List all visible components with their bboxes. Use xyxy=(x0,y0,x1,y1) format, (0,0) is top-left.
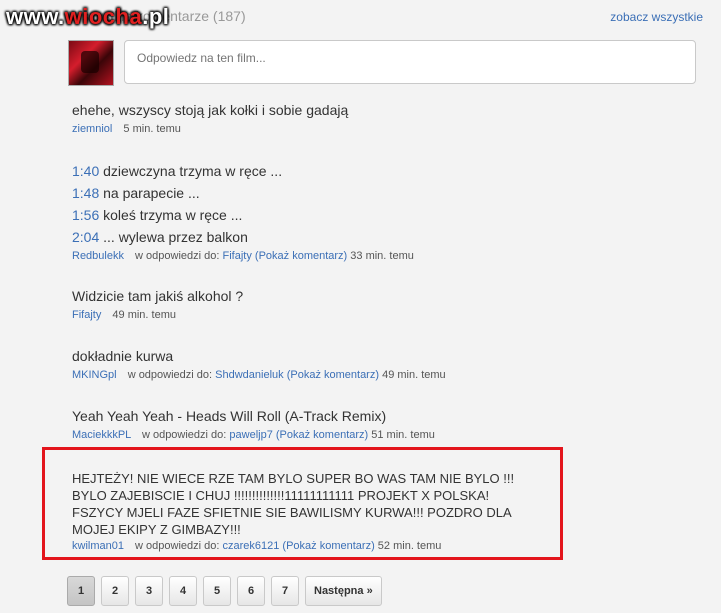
reply-input[interactable] xyxy=(124,40,696,84)
comment-item: Yeah Yeah Yeah - Heads Will Roll (A-Trac… xyxy=(72,405,435,441)
comment-line: 1:56 koleś trzyma w ręce ... xyxy=(72,207,243,223)
comment-meta: Fifajty 49 min. temu xyxy=(72,309,243,321)
comment-text: Yeah Yeah Yeah - Heads Will Roll (A-Trac… xyxy=(72,408,387,424)
video-timestamp-link[interactable]: 1:40 xyxy=(72,163,99,179)
video-timestamp-link[interactable]: 1:56 xyxy=(72,207,99,223)
comment-author-link[interactable]: MaciekkkPL xyxy=(72,429,131,441)
comment-time: 49 min. temu xyxy=(112,309,176,321)
page-1-button[interactable]: 1 xyxy=(67,576,95,606)
page-5-button[interactable]: 5 xyxy=(203,576,231,606)
reply-to-user-link[interactable]: czarek6121 xyxy=(222,540,279,552)
comment-item: dokładnie kurwa MKINGpl w odpowiedzi do:… xyxy=(72,345,446,381)
next-page-button[interactable]: Następna » xyxy=(305,576,382,606)
page-2-button[interactable]: 2 xyxy=(101,576,129,606)
comment-author-link[interactable]: kwilman01 xyxy=(72,540,124,552)
reply-to-label: w odpowiedzi do: xyxy=(127,369,213,381)
comment-author-link[interactable]: Redbulekk xyxy=(72,250,124,262)
reply-to-label: w odpowiedzi do: xyxy=(135,250,220,262)
comment-meta: MaciekkkPL w odpowiedzi do: paweljp7 (Po… xyxy=(72,429,435,441)
comment-line: 2:04 ... wylewa przez balkon xyxy=(72,229,248,245)
comment-item: ehehe, wszyscy stoją jak kołki i sobie g… xyxy=(72,99,348,135)
comment-line: 1:48 na parapecie ... xyxy=(72,185,200,201)
page-7-button[interactable]: 7 xyxy=(271,576,299,606)
comment-author-link[interactable]: MKINGpl xyxy=(72,369,117,381)
reply-to-label: w odpowiedzi do: xyxy=(141,429,227,441)
comment-author-link[interactable]: Fifajty xyxy=(72,309,101,321)
comment-text: ehehe, wszyscy stoją jak kołki i sobie g… xyxy=(72,102,349,118)
page-4-button[interactable]: 4 xyxy=(169,576,197,606)
comment-text: Widzicie tam jakiś alkohol ? xyxy=(72,288,244,304)
comment-author-link[interactable]: ziemniol xyxy=(72,123,112,135)
comment-time: 49 min. temu xyxy=(382,369,446,381)
comment-meta: MKINGpl w odpowiedzi do: Shdwdanieluk (P… xyxy=(72,369,446,381)
reply-to-user-link[interactable]: paweljp7 xyxy=(229,429,272,441)
page-6-button[interactable]: 6 xyxy=(237,576,265,606)
comment-item: HEJTEŻY! NIE WIECE RZE TAM BYLO SUPER BO… xyxy=(72,470,542,552)
comment-time: 33 min. temu xyxy=(350,250,414,262)
watermark-logo: www.wiocha.pl xyxy=(6,4,170,29)
comment-item: Widzicie tam jakiś alkohol ? Fifajty 49 … xyxy=(72,285,243,321)
pagination: 1 2 3 4 5 6 7 Następna » xyxy=(67,576,382,606)
reply-to-user-link[interactable]: Shdwdanieluk xyxy=(215,369,284,381)
comment-item: 1:40 dziewczyna trzyma w ręce ... 1:48 n… xyxy=(72,160,414,262)
show-comment-link[interactable]: (Pokaż komentarz) xyxy=(287,369,379,381)
comment-text: HEJTEŻY! NIE WIECE RZE TAM BYLO SUPER BO… xyxy=(72,471,515,537)
comment-time: 5 min. temu xyxy=(123,123,181,135)
show-comment-link[interactable]: (Pokaż komentarz) xyxy=(276,429,368,441)
reply-to-user-link[interactable]: Fifajty xyxy=(223,250,252,262)
show-comment-link[interactable]: (Pokaż komentarz) xyxy=(255,250,347,262)
video-timestamp-link[interactable]: 2:04 xyxy=(72,229,99,245)
reply-to-label: w odpowiedzi do: xyxy=(135,540,220,552)
comment-time: 51 min. temu xyxy=(371,429,435,441)
show-comment-link[interactable]: (Pokaż komentarz) xyxy=(282,540,374,552)
comment-meta: kwilman01 w odpowiedzi do: czarek6121 (P… xyxy=(72,540,542,552)
avatar xyxy=(68,40,114,86)
see-all-link[interactable]: zobacz wszystkie xyxy=(610,10,703,24)
comment-time: 52 min. temu xyxy=(377,540,442,552)
comment-line: 1:40 dziewczyna trzyma w ręce ... xyxy=(72,163,283,179)
comment-meta: ziemniol 5 min. temu xyxy=(72,123,348,135)
comment-meta: Redbulekk w odpowiedzi do: Fifajty (Poka… xyxy=(72,250,414,262)
video-timestamp-link[interactable]: 1:48 xyxy=(72,185,99,201)
page-3-button[interactable]: 3 xyxy=(135,576,163,606)
comment-text: dokładnie kurwa xyxy=(72,348,174,364)
